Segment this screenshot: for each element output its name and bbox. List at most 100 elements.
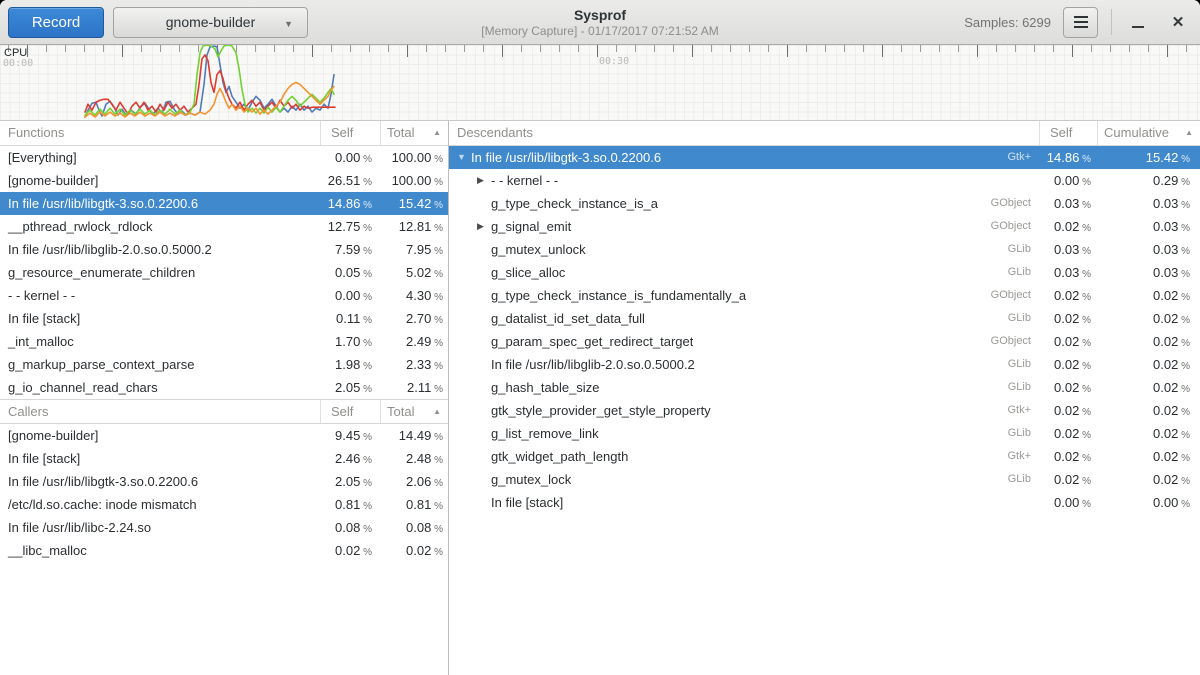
table-row[interactable]: In file /usr/lib/libgtk-3.so.0.2200.6 2.… (0, 470, 448, 493)
self-value: 0.02 % (1039, 215, 1097, 238)
table-row[interactable]: _int_malloc 1.70 % 2.49 % (0, 330, 448, 353)
functions-self-column-header[interactable]: Self (320, 121, 380, 145)
table-row[interactable]: g_io_channel_read_chars 2.05 % 2.11 % (0, 376, 448, 399)
library-tag: GObject (981, 192, 1039, 215)
headerbar-right-group: Samples: 6299 ✕ (964, 6, 1200, 38)
function-name: g_list_remove_link (491, 422, 599, 445)
table-row[interactable]: g_mutex_unlock GLib 0.03 % 0.03 % (449, 238, 1200, 261)
self-value: 0.02 % (1039, 307, 1097, 330)
callers-total-column-header[interactable]: Total ▲ (380, 400, 448, 423)
time-label-start: 00:00 (3, 58, 33, 69)
table-row[interactable]: ▶ - - kernel - - 0.00 % 0.29 % (449, 169, 1200, 192)
self-value: 0.02 % (1039, 399, 1097, 422)
self-value: 2.46 % (320, 447, 380, 470)
total-value: 100.00 % (380, 146, 448, 169)
table-row[interactable]: In file /usr/lib/libglib-2.0.so.0.5000.2… (449, 353, 1200, 376)
table-row[interactable]: g_slice_alloc GLib 0.03 % 0.03 % (449, 261, 1200, 284)
window-title: Sysprof (574, 7, 626, 24)
callers-table-header: Callers Self Total ▲ (0, 399, 448, 424)
library-tag: GObject (981, 215, 1039, 238)
self-value: 1.70 % (320, 330, 380, 353)
functions-column-header[interactable]: Functions (0, 121, 320, 145)
total-value: 2.49 % (380, 330, 448, 353)
table-row[interactable]: __libc_malloc 0.02 % 0.02 % (0, 539, 448, 562)
table-row[interactable]: ▼ In file /usr/lib/libgtk-3.so.0.2200.6 … (449, 146, 1200, 169)
function-name: - - kernel - - (491, 169, 558, 192)
close-button[interactable]: ✕ (1162, 6, 1194, 38)
self-value: 0.02 % (320, 539, 380, 562)
table-row[interactable]: [gnome-builder] 9.45 % 14.49 % (0, 424, 448, 447)
sort-ascending-icon: ▲ (433, 121, 441, 145)
table-row[interactable]: In file [stack] 0.00 % 0.00 % (449, 491, 1200, 514)
menu-button[interactable] (1063, 7, 1098, 38)
table-row[interactable]: In file [stack] 2.46 % 2.48 % (0, 447, 448, 470)
callers-self-column-header[interactable]: Self (320, 400, 380, 423)
descendants-table-header: Descendants Self Cumulative ▲ (449, 121, 1200, 146)
sysprof-window: Record gnome-builder ▼ Sysprof [Memory C… (0, 0, 1200, 675)
total-value: 15.42 % (380, 192, 448, 215)
record-button[interactable]: Record (8, 7, 104, 38)
library-tag: Gtk+ (997, 146, 1039, 169)
table-row[interactable]: In file /usr/lib/libglib-2.0.so.0.5000.2… (0, 238, 448, 261)
table-row[interactable]: g_param_spec_get_redirect_target GObject… (449, 330, 1200, 353)
function-name: g_io_channel_read_chars (0, 376, 320, 399)
table-row[interactable]: ▶ g_signal_emit GObject 0.02 % 0.03 % (449, 215, 1200, 238)
descendants-self-column-header[interactable]: Self (1039, 121, 1097, 145)
self-value: 9.45 % (320, 424, 380, 447)
table-row[interactable]: /etc/ld.so.cache: inode mismatch 0.81 % … (0, 493, 448, 516)
table-row[interactable]: g_markup_parse_context_parse 1.98 % 2.33… (0, 353, 448, 376)
time-label-mid: 00:30 (599, 56, 629, 67)
table-row[interactable]: In file [stack] 0.11 % 2.70 % (0, 307, 448, 330)
table-row[interactable]: gtk_style_provider_get_style_property Gt… (449, 399, 1200, 422)
expander-collapsed-icon[interactable]: ▶ (477, 169, 491, 192)
table-row[interactable]: __pthread_rwlock_rdlock 12.75 % 12.81 % (0, 215, 448, 238)
table-row[interactable]: [gnome-builder] 26.51 % 100.00 % (0, 169, 448, 192)
descendant-name-cell: gtk_widget_path_length Gtk+ (449, 445, 1039, 468)
library-tag: GLib (998, 261, 1039, 284)
self-value: 0.02 % (1039, 422, 1097, 445)
library-tag: GLib (998, 238, 1039, 261)
table-row[interactable]: [Everything] 0.00 % 100.00 % (0, 146, 448, 169)
table-row[interactable]: g_type_check_instance_is_a GObject 0.03 … (449, 192, 1200, 215)
expander-collapsed-icon[interactable]: ▶ (477, 215, 491, 238)
table-row[interactable]: gtk_widget_path_length Gtk+ 0.02 % 0.02 … (449, 445, 1200, 468)
library-tag: GLib (998, 353, 1039, 376)
expander-expanded-icon[interactable]: ▼ (457, 146, 471, 169)
descendants-column-header[interactable]: Descendants (449, 121, 1039, 145)
total-value: 4.30 % (380, 284, 448, 307)
function-name: g_resource_enumerate_children (0, 261, 320, 284)
table-row[interactable]: - - kernel - - 0.00 % 4.30 % (0, 284, 448, 307)
self-value: 14.86 % (320, 192, 380, 215)
descendant-name-cell: ▶ g_signal_emit GObject (449, 215, 1039, 238)
functions-total-column-header[interactable]: Total ▲ (380, 121, 448, 145)
cumulative-value: 15.42 % (1097, 146, 1200, 169)
hamburger-icon (1074, 21, 1088, 23)
cpu-graph[interactable]: CPU 00:00 00:30 (0, 45, 1200, 121)
self-value: 7.59 % (320, 238, 380, 261)
table-row[interactable]: In file /usr/lib/libgtk-3.so.0.2200.6 14… (0, 192, 448, 215)
function-name: In file [stack] (491, 491, 563, 514)
samples-count: Samples: 6299 (964, 15, 1051, 30)
process-selector-dropdown[interactable]: gnome-builder ▼ (113, 7, 308, 38)
table-row[interactable]: g_resource_enumerate_children 0.05 % 5.0… (0, 261, 448, 284)
descendants-cumulative-column-header[interactable]: Cumulative ▲ (1097, 121, 1200, 145)
total-value: 2.48 % (380, 447, 448, 470)
cumulative-value: 0.02 % (1097, 376, 1200, 399)
cumulative-value: 0.03 % (1097, 261, 1200, 284)
table-row[interactable]: g_datalist_id_set_data_full GLib 0.02 % … (449, 307, 1200, 330)
self-value: 0.00 % (320, 284, 380, 307)
cpu-series-red (85, 55, 335, 114)
callers-column-header[interactable]: Callers (0, 400, 320, 423)
descendant-name-cell: gtk_style_provider_get_style_property Gt… (449, 399, 1039, 422)
table-row[interactable]: g_list_remove_link GLib 0.02 % 0.02 % (449, 422, 1200, 445)
self-value: 1.98 % (320, 353, 380, 376)
function-name: In file /usr/lib/libgtk-3.so.0.2200.6 (471, 146, 661, 169)
function-name: [gnome-builder] (0, 169, 320, 192)
table-row[interactable]: g_mutex_lock GLib 0.02 % 0.02 % (449, 468, 1200, 491)
table-row[interactable]: g_hash_table_size GLib 0.02 % 0.02 % (449, 376, 1200, 399)
cumulative-value: 0.02 % (1097, 422, 1200, 445)
table-row[interactable]: g_type_check_instance_is_fundamentally_a… (449, 284, 1200, 307)
descendant-name-cell: g_mutex_unlock GLib (449, 238, 1039, 261)
minimize-button[interactable] (1122, 6, 1154, 38)
table-row[interactable]: In file /usr/lib/libc-2.24.so 0.08 % 0.0… (0, 516, 448, 539)
